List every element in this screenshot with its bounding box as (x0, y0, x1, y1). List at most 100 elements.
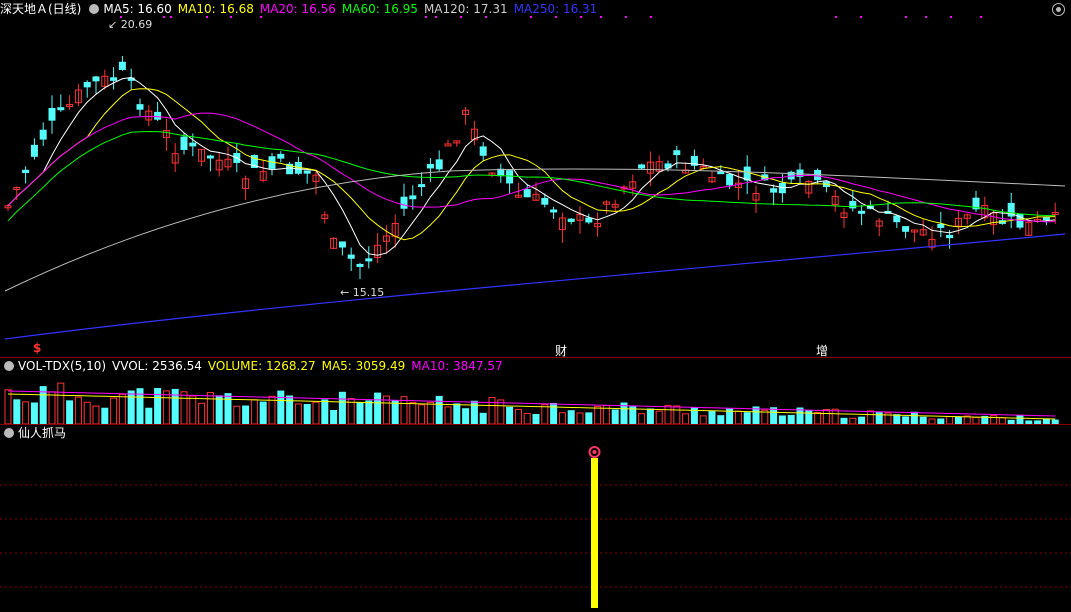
ma250-label: MA250: 16.31 (513, 2, 598, 16)
volume-bar (752, 406, 760, 424)
candle-body (418, 184, 426, 188)
candle-body (356, 263, 364, 268)
volume-bar (391, 400, 399, 424)
volume-bar (532, 414, 540, 424)
candle-body (435, 159, 443, 170)
guide-dot (860, 16, 862, 18)
indicator-chart[interactable] (0, 441, 1071, 612)
volume-bar (954, 416, 962, 424)
candle-body (858, 210, 866, 214)
candle-body (338, 241, 346, 248)
volume-bar (321, 399, 329, 424)
guide-dot (260, 16, 262, 18)
volume-bar (206, 392, 214, 424)
volume-bar (514, 408, 522, 424)
ma20-label: MA20: 16.56 (259, 2, 336, 16)
candle-body (770, 188, 778, 193)
volume-bar (198, 402, 206, 424)
guide-dot (905, 16, 907, 18)
volume-bar (902, 416, 910, 424)
volume-bar (866, 410, 874, 424)
guide-dot (555, 16, 557, 18)
candle-body (118, 61, 126, 70)
candle-body (189, 142, 197, 147)
volume-bar (277, 390, 285, 424)
volume-bar (778, 415, 786, 424)
candle-body (57, 107, 65, 111)
ma5-line (7, 76, 1056, 256)
guide-dot (925, 16, 927, 18)
volume-bar (541, 404, 549, 424)
volume-ma10-label: MA10: 3847.57 (411, 359, 503, 373)
candle-body (206, 155, 214, 159)
candle-body (523, 189, 531, 198)
ma250-line (4, 233, 1066, 340)
guide-dot (530, 16, 532, 18)
volume-bar (972, 416, 980, 424)
candle-body (277, 153, 285, 159)
volume-bar (330, 410, 338, 424)
volume-bar (22, 401, 30, 424)
volume-bar (594, 406, 602, 424)
volume-bar (66, 400, 74, 424)
candle-body (541, 197, 549, 205)
volume-indicator-name[interactable]: VOL-TDX(5,10) (18, 359, 106, 373)
volume-bar (92, 405, 100, 424)
candle-body (347, 254, 355, 259)
candle-body (154, 111, 162, 120)
volume-bar (444, 406, 452, 424)
candle-body (567, 218, 575, 222)
volume-bar (990, 415, 998, 424)
signal-bar (591, 458, 598, 608)
volume-bar (893, 414, 901, 424)
volume-bar (479, 412, 487, 424)
volume-bar (734, 410, 742, 424)
volume-chart[interactable] (0, 374, 1071, 424)
volume-bar (215, 395, 223, 424)
volume-bar (497, 399, 505, 424)
candle-body (902, 226, 910, 232)
candle-body (22, 169, 30, 174)
candle-body (726, 173, 734, 186)
candle-body (400, 196, 408, 209)
candle-body (426, 164, 434, 169)
volume-settings-icon[interactable] (4, 361, 14, 371)
guide-dot (460, 16, 462, 18)
candle-body (365, 258, 373, 262)
high-price-label: ↙ 20.69 (108, 18, 153, 31)
volume-bar (118, 393, 126, 424)
indicator-name[interactable]: 仙人抓马 (18, 426, 66, 440)
volume-bar (770, 407, 778, 424)
indicator-header: 仙人抓马 (0, 425, 72, 441)
guide-dot (600, 16, 602, 18)
volume-bar (488, 396, 496, 424)
price-chart[interactable] (0, 16, 1071, 356)
volume-bar (673, 405, 681, 424)
event-marker-dividend[interactable]: $ (33, 341, 41, 355)
volume-bar (162, 390, 170, 424)
volume-bar (708, 410, 716, 424)
volume-bar (453, 403, 461, 424)
volume-bar (365, 400, 373, 424)
volume-bar (858, 416, 866, 424)
indicator-settings-icon[interactable] (4, 428, 14, 438)
candle-body (638, 164, 646, 169)
volume-bar (910, 411, 918, 424)
volume-bar (682, 413, 690, 424)
volume-bar (523, 413, 531, 424)
volume-bar (831, 408, 839, 424)
volume-bar (655, 410, 663, 424)
volume-bar (154, 388, 162, 424)
guide-dot (170, 16, 172, 18)
panel-options-icon[interactable] (1052, 3, 1065, 16)
stock-name[interactable]: 深天地Ａ(日线) (0, 2, 81, 16)
ma60-line (7, 130, 1056, 222)
candle-body (83, 81, 91, 88)
guide-dot (425, 16, 427, 18)
volume-bar (374, 392, 382, 424)
candle-body (937, 223, 945, 228)
settings-icon[interactable] (89, 4, 100, 14)
volume-bar (101, 407, 109, 424)
candle-body (180, 136, 188, 150)
ma20-line (7, 112, 1056, 223)
